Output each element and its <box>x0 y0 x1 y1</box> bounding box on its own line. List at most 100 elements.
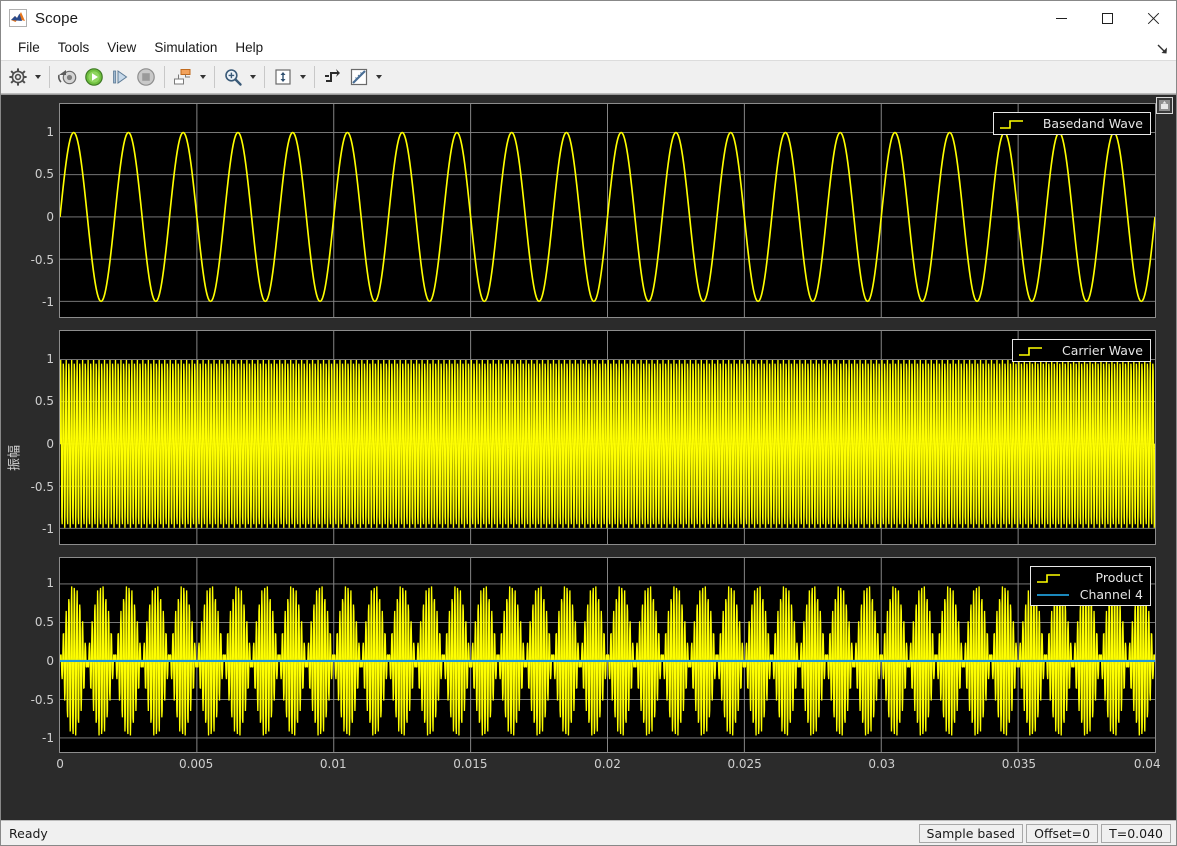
zoom-in-icon[interactable] <box>220 64 246 90</box>
plot2-axes[interactable]: Carrier Wave <box>59 330 1156 545</box>
title-bar: Scope <box>1 1 1176 35</box>
menu-item-simulation[interactable]: Simulation <box>145 37 226 58</box>
step-icon <box>999 118 1033 130</box>
ruler-dropdown-caret[interactable] <box>372 64 385 90</box>
status-time: T=0.040 <box>1101 823 1171 843</box>
y-tick: -1 <box>42 731 54 746</box>
menu-item-file[interactable]: File <box>9 37 49 58</box>
legend-row: Product <box>1036 570 1143 585</box>
status-ready-text: Ready <box>9 825 48 841</box>
scope-window: Scope File Tools View Simulation Help 振幅… <box>0 0 1177 846</box>
y-ticks-plot3: 1 0.5 0 -0.5 -1 <box>25 557 59 753</box>
plot-gap <box>25 318 1156 330</box>
toolbar <box>1 61 1176 94</box>
status-bar: Ready Sample based Offset=0 T=0.040 <box>1 820 1176 845</box>
scope-display: 振幅 1 0.5 0 -0.5 -1 Basedand Wave 1 0.5 0… <box>1 94 1176 820</box>
plot2-legend[interactable]: Carrier Wave <box>1011 339 1151 362</box>
toolbar-separator <box>49 66 50 88</box>
zoom-dropdown-caret[interactable] <box>246 64 259 90</box>
y-tick: 0 <box>46 653 54 668</box>
autoscale-icon[interactable] <box>270 64 296 90</box>
window-controls <box>1038 1 1176 35</box>
y-tick: -0.5 <box>30 479 54 494</box>
menu-bar: File Tools View Simulation Help <box>1 35 1176 61</box>
plots-column: 1 0.5 0 -0.5 -1 Basedand Wave 1 0.5 0 -0… <box>25 95 1161 820</box>
x-tick: 0.02 <box>594 757 621 771</box>
x-tick: 0.015 <box>453 757 488 771</box>
undock-arrow-icon[interactable] <box>1155 41 1170 56</box>
autoscale-dropdown-caret[interactable] <box>296 64 309 90</box>
menu-item-view[interactable]: View <box>98 37 145 58</box>
maximize-button[interactable] <box>1084 1 1130 35</box>
baseband-wave-plot: 1 0.5 0 -0.5 -1 Basedand Wave <box>25 103 1156 318</box>
x-axis: 0 0.005 0.01 0.015 0.02 0.025 0.03 0.035… <box>56 755 1160 777</box>
x-tick: 0 <box>56 757 64 771</box>
x-axis-row: 0 0.005 0.01 0.015 0.02 0.025 0.03 0.035… <box>25 755 1160 777</box>
legend-label: Basedand Wave <box>1042 116 1143 131</box>
x-axis-spacer <box>25 755 59 777</box>
gear-icon[interactable] <box>5 64 31 90</box>
toolbar-separator <box>164 66 165 88</box>
plot1-legend[interactable]: Basedand Wave <box>992 112 1151 135</box>
legend-label: Product <box>1095 570 1143 585</box>
window-title: Scope <box>35 9 79 27</box>
maximize-axes-icon[interactable] <box>1156 97 1173 114</box>
plot3-axes[interactable]: Product Channel 4 <box>59 557 1156 753</box>
x-tick: 0.01 <box>319 757 347 771</box>
step-icon <box>1036 572 1070 584</box>
x-tick: 0.035 <box>1001 757 1037 771</box>
rewind-icon[interactable] <box>55 64 81 90</box>
gear-dropdown-caret[interactable] <box>31 64 44 90</box>
layout-icon[interactable] <box>170 64 196 90</box>
line-icon <box>1036 589 1070 601</box>
matlab-scope-icon <box>9 9 27 27</box>
trigger-icon[interactable] <box>320 64 346 90</box>
y-tick: -1 <box>42 295 54 310</box>
plot3-legend[interactable]: Product Channel 4 <box>1029 566 1151 606</box>
legend-row: Carrier Wave <box>1018 343 1143 358</box>
legend-label: Channel 4 <box>1079 587 1143 602</box>
y-tick: 1 <box>46 351 54 366</box>
stop-icon[interactable] <box>133 64 159 90</box>
plot3-canvas <box>60 558 1155 752</box>
plot-gap <box>25 545 1156 557</box>
layout-dropdown-caret[interactable] <box>196 64 209 90</box>
plot2-canvas <box>60 331 1155 544</box>
y-tick: 0 <box>46 436 54 451</box>
y-tick: -0.5 <box>30 252 54 267</box>
y-tick: 0.5 <box>34 394 54 409</box>
minimize-button[interactable] <box>1038 1 1084 35</box>
legend-row: Channel 4 <box>1036 587 1143 602</box>
step-forward-icon[interactable] <box>107 64 133 90</box>
y-tick: 1 <box>46 124 54 139</box>
menu-item-help[interactable]: Help <box>226 37 272 58</box>
y-tick: 0.5 <box>34 615 54 630</box>
status-offset: Offset=0 <box>1026 823 1099 843</box>
right-rail <box>1156 95 1176 820</box>
x-tick: 0.025 <box>727 757 762 771</box>
ruler-icon[interactable] <box>346 64 372 90</box>
legend-label: Carrier Wave <box>1061 343 1143 358</box>
y-ticks-plot1: 1 0.5 0 -0.5 -1 <box>25 103 59 318</box>
y-tick: 0.5 <box>34 167 54 182</box>
toolbar-separator <box>264 66 265 88</box>
plot1-canvas <box>60 104 1155 317</box>
play-icon[interactable] <box>81 64 107 90</box>
carrier-wave-plot: 1 0.5 0 -0.5 -1 Carrier Wave <box>25 330 1156 545</box>
y-ticks-plot2: 1 0.5 0 -0.5 -1 <box>25 330 59 545</box>
y-axis-label-column: 振幅 <box>1 95 25 820</box>
status-sample-mode: Sample based <box>918 823 1024 843</box>
y-tick: 0 <box>46 209 54 224</box>
product-plot: 1 0.5 0 -0.5 -1 Product Channel 4 <box>25 557 1156 753</box>
y-axis-label: 振幅 <box>7 444 23 471</box>
menu-item-tools[interactable]: Tools <box>49 37 99 58</box>
toolbar-separator <box>314 66 315 88</box>
plot1-axes[interactable]: Basedand Wave <box>59 103 1156 318</box>
x-tick: 0.03 <box>868 757 896 771</box>
y-tick: -1 <box>42 522 54 537</box>
step-icon <box>1018 345 1052 357</box>
legend-row: Basedand Wave <box>999 116 1143 131</box>
x-tick: 0.005 <box>178 757 214 771</box>
y-tick: -0.5 <box>30 692 54 707</box>
close-button[interactable] <box>1130 1 1176 35</box>
